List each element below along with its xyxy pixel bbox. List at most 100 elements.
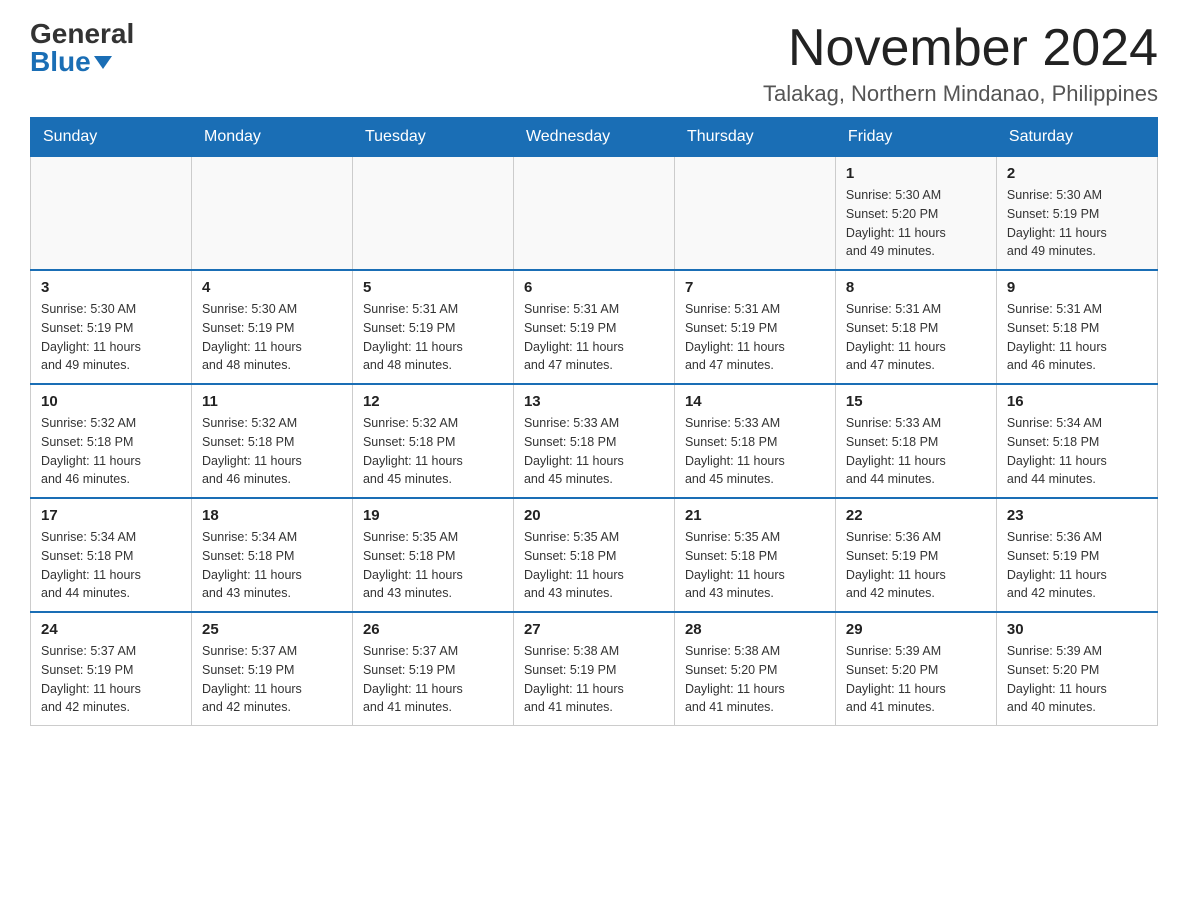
calendar-day-cell [674, 157, 835, 271]
location-title: Talakag, Northern Mindanao, Philippines [763, 81, 1158, 107]
calendar-day-cell: 3Sunrise: 5:30 AM Sunset: 5:19 PM Daylig… [31, 270, 192, 384]
calendar-day-cell: 25Sunrise: 5:37 AM Sunset: 5:19 PM Dayli… [191, 612, 352, 726]
calendar-day-cell: 15 Sunrise: 5:33 AM Sunset: 5:18 PM Dayli… [835, 384, 996, 498]
day-info: Sunrise: 5:32 AM Sunset: 5:18 PM Dayligh… [202, 414, 342, 489]
day-info: Sunrise: 5:31 AM Sunset: 5:19 PM Dayligh… [524, 300, 664, 375]
day-info: Sunrise: 5:32 AM Sunset: 5:18 PM Dayligh… [363, 414, 503, 489]
calendar-day-cell: 22 Sunrise: 5:36 AM Sunset: 5:19 PM Dayli… [835, 498, 996, 612]
calendar-day-cell: 29Sunrise: 5:39 AM Sunset: 5:20 PM Dayli… [835, 612, 996, 726]
calendar-day-cell: 23Sunrise: 5:36 AM Sunset: 5:19 PM Dayli… [996, 498, 1157, 612]
calendar-day-cell: 17 Sunrise: 5:34 AM Sunset: 5:18 PM Dayli… [31, 498, 192, 612]
day-of-week-header: Tuesday [352, 118, 513, 157]
day-info: Sunrise: 5:31 AM Sunset: 5:18 PM Dayligh… [1007, 300, 1147, 375]
day-number: 20 [524, 507, 664, 524]
day-number: 9 [1007, 279, 1147, 296]
calendar-day-cell: 12 Sunrise: 5:32 AM Sunset: 5:18 PM Dayli… [352, 384, 513, 498]
day-number: 22 [846, 507, 986, 524]
calendar-day-cell: 11 Sunrise: 5:32 AM Sunset: 5:18 PM Dayli… [191, 384, 352, 498]
calendar-day-cell: 5 Sunrise: 5:31 AM Sunset: 5:19 PM Daylig… [352, 270, 513, 384]
calendar-day-cell: 21 Sunrise: 5:35 AM Sunset: 5:18 PM Dayli… [674, 498, 835, 612]
calendar-day-cell: 7 Sunrise: 5:31 AM Sunset: 5:19 PM Daylig… [674, 270, 835, 384]
day-info: Sunrise: 5:33 AM Sunset: 5:18 PM Dayligh… [524, 414, 664, 489]
day-number: 7 [685, 279, 825, 296]
month-title: November 2024 [763, 20, 1158, 77]
calendar-day-cell: 30 Sunrise: 5:39 AM Sunset: 5:20 PM Dayli… [996, 612, 1157, 726]
day-of-week-header: Wednesday [513, 118, 674, 157]
day-number: 25 [202, 621, 342, 638]
day-number: 1 [846, 165, 986, 182]
calendar-day-cell [352, 157, 513, 271]
day-info: Sunrise: 5:39 AM Sunset: 5:20 PM Dayligh… [1007, 642, 1147, 717]
day-of-week-header: Thursday [674, 118, 835, 157]
day-number: 13 [524, 393, 664, 410]
day-info: Sunrise: 5:37 AM Sunset: 5:19 PM Dayligh… [41, 642, 181, 717]
calendar-day-cell: 13 Sunrise: 5:33 AM Sunset: 5:18 PM Dayli… [513, 384, 674, 498]
day-number: 12 [363, 393, 503, 410]
day-of-week-header: Monday [191, 118, 352, 157]
calendar-day-cell: 2 Sunrise: 5:30 AM Sunset: 5:19 PM Daylig… [996, 157, 1157, 271]
calendar-day-cell: 9 Sunrise: 5:31 AM Sunset: 5:18 PM Daylig… [996, 270, 1157, 384]
calendar-day-cell: 27Sunrise: 5:38 AM Sunset: 5:19 PM Dayli… [513, 612, 674, 726]
day-number: 10 [41, 393, 181, 410]
day-info: Sunrise: 5:32 AM Sunset: 5:18 PM Dayligh… [41, 414, 181, 489]
day-info: Sunrise: 5:33 AM Sunset: 5:18 PM Dayligh… [685, 414, 825, 489]
calendar-day-cell: 20 Sunrise: 5:35 AM Sunset: 5:18 PM Dayli… [513, 498, 674, 612]
day-number: 2 [1007, 165, 1147, 182]
calendar-week-row: 10 Sunrise: 5:32 AM Sunset: 5:18 PM Dayli… [31, 384, 1158, 498]
day-info: Sunrise: 5:31 AM Sunset: 5:19 PM Dayligh… [363, 300, 503, 375]
day-info: Sunrise: 5:31 AM Sunset: 5:18 PM Dayligh… [846, 300, 986, 375]
calendar-day-cell [31, 157, 192, 271]
day-info: Sunrise: 5:35 AM Sunset: 5:18 PM Dayligh… [685, 528, 825, 603]
day-number: 24 [41, 621, 181, 638]
calendar-day-cell: 18 Sunrise: 5:34 AM Sunset: 5:18 PM Dayli… [191, 498, 352, 612]
day-info: Sunrise: 5:36 AM Sunset: 5:19 PM Dayligh… [1007, 528, 1147, 603]
day-number: 30 [1007, 621, 1147, 638]
calendar-table: SundayMondayTuesdayWednesdayThursdayFrid… [30, 117, 1158, 726]
calendar-day-cell [191, 157, 352, 271]
day-number: 26 [363, 621, 503, 638]
day-info: Sunrise: 5:38 AM Sunset: 5:20 PM Dayligh… [685, 642, 825, 717]
logo-general-text: General [30, 20, 134, 48]
day-number: 18 [202, 507, 342, 524]
day-info: Sunrise: 5:30 AM Sunset: 5:19 PM Dayligh… [1007, 186, 1147, 261]
logo-triangle-icon [94, 56, 112, 69]
day-number: 5 [363, 279, 503, 296]
calendar-day-cell: 10 Sunrise: 5:32 AM Sunset: 5:18 PM Dayli… [31, 384, 192, 498]
day-info: Sunrise: 5:35 AM Sunset: 5:18 PM Dayligh… [524, 528, 664, 603]
day-info: Sunrise: 5:30 AM Sunset: 5:19 PM Dayligh… [202, 300, 342, 375]
day-number: 21 [685, 507, 825, 524]
day-info: Sunrise: 5:34 AM Sunset: 5:18 PM Dayligh… [1007, 414, 1147, 489]
title-block: November 2024 Talakag, Northern Mindanao… [763, 20, 1158, 107]
day-info: Sunrise: 5:34 AM Sunset: 5:18 PM Dayligh… [202, 528, 342, 603]
calendar-day-cell: 28 Sunrise: 5:38 AM Sunset: 5:20 PM Dayli… [674, 612, 835, 726]
day-info: Sunrise: 5:34 AM Sunset: 5:18 PM Dayligh… [41, 528, 181, 603]
day-number: 16 [1007, 393, 1147, 410]
day-info: Sunrise: 5:38 AM Sunset: 5:19 PM Dayligh… [524, 642, 664, 717]
day-number: 14 [685, 393, 825, 410]
calendar-day-cell: 6 Sunrise: 5:31 AM Sunset: 5:19 PM Daylig… [513, 270, 674, 384]
day-info: Sunrise: 5:37 AM Sunset: 5:19 PM Dayligh… [363, 642, 503, 717]
logo: General Blue [30, 20, 145, 76]
calendar-header-row: SundayMondayTuesdayWednesdayThursdayFrid… [31, 118, 1158, 157]
day-number: 28 [685, 621, 825, 638]
day-number: 15 [846, 393, 986, 410]
day-info: Sunrise: 5:36 AM Sunset: 5:19 PM Dayligh… [846, 528, 986, 603]
day-number: 19 [363, 507, 503, 524]
calendar-day-cell: 8Sunrise: 5:31 AM Sunset: 5:18 PM Daylig… [835, 270, 996, 384]
day-of-week-header: Sunday [31, 118, 192, 157]
calendar-day-cell: 14 Sunrise: 5:33 AM Sunset: 5:18 PM Dayli… [674, 384, 835, 498]
page-header: General Blue November 2024 Talakag, Nort… [30, 20, 1158, 107]
day-number: 11 [202, 393, 342, 410]
calendar-day-cell: 4 Sunrise: 5:30 AM Sunset: 5:19 PM Daylig… [191, 270, 352, 384]
day-of-week-header: Friday [835, 118, 996, 157]
day-info: Sunrise: 5:31 AM Sunset: 5:19 PM Dayligh… [685, 300, 825, 375]
day-of-week-header: Saturday [996, 118, 1157, 157]
calendar-day-cell: 24 Sunrise: 5:37 AM Sunset: 5:19 PM Dayli… [31, 612, 192, 726]
day-number: 4 [202, 279, 342, 296]
day-info: Sunrise: 5:33 AM Sunset: 5:18 PM Dayligh… [846, 414, 986, 489]
calendar-week-row: 17 Sunrise: 5:34 AM Sunset: 5:18 PM Dayli… [31, 498, 1158, 612]
day-number: 3 [41, 279, 181, 296]
day-number: 17 [41, 507, 181, 524]
calendar-day-cell: 26 Sunrise: 5:37 AM Sunset: 5:19 PM Dayli… [352, 612, 513, 726]
day-number: 6 [524, 279, 664, 296]
